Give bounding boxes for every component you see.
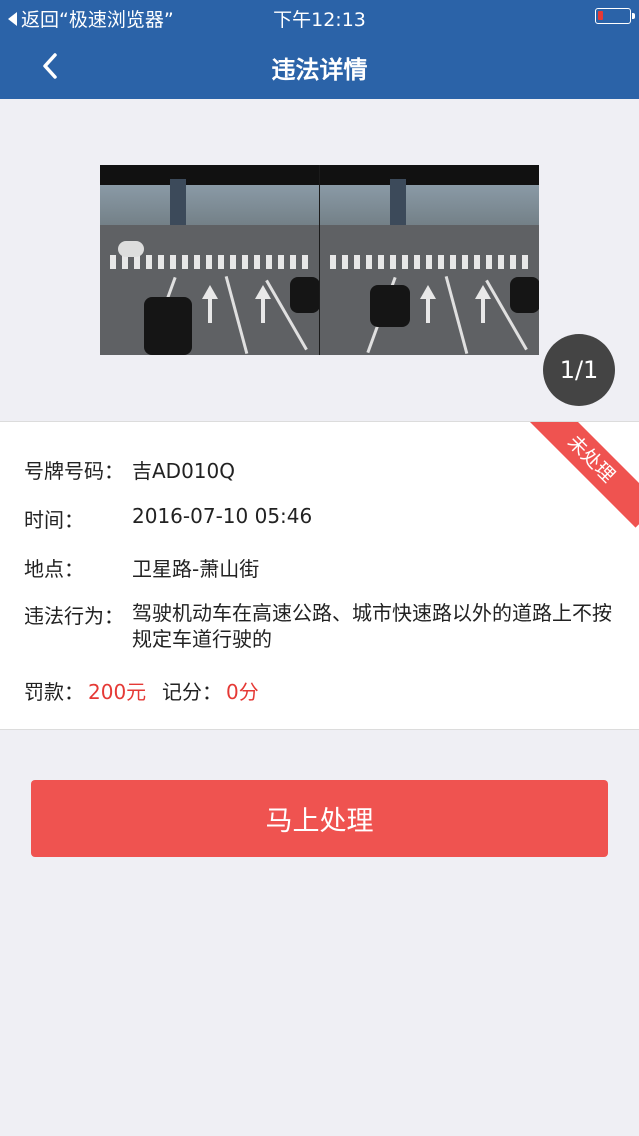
- behavior-value: 驾驶机动车在高速公路、城市快速路以外的道路上不按规定车道行驶的: [132, 601, 612, 651]
- violation-details: 未处理 号牌号码： 吉AD010Q 时间： 2016-07-10 05:46 地…: [0, 421, 639, 730]
- battery-icon: [595, 8, 635, 24]
- location-value: 卫星路-萧山街: [132, 557, 260, 581]
- status-time: 下午12:13: [273, 9, 366, 31]
- nav-bar: 违法详情: [0, 32, 639, 99]
- photo-area: 1/1: [0, 99, 639, 421]
- fine-value: 200元: [88, 680, 147, 704]
- fine-label: 罚款：: [24, 680, 84, 704]
- camera-frame-left: [100, 165, 319, 355]
- points-value: 0分: [226, 680, 259, 704]
- page-title: 违法详情: [271, 56, 368, 84]
- status-bar: 返回“极速浏览器” 下午12:13: [0, 0, 639, 32]
- photo-counter: 1/1: [543, 334, 615, 406]
- process-now-button[interactable]: 马上处理: [31, 780, 608, 857]
- time-value: 2016-07-10 05:46: [132, 504, 313, 528]
- points-label: 记分：: [162, 680, 222, 704]
- plate-value: 吉AD010Q: [132, 459, 235, 483]
- plate-label: 号牌号码：: [24, 459, 124, 483]
- behavior-label: 违法行为：: [24, 604, 124, 628]
- location-label: 地点：: [24, 557, 84, 581]
- status-badge: 未处理: [522, 422, 639, 528]
- camera-frame-right: [320, 165, 539, 355]
- time-label: 时间：: [24, 508, 84, 532]
- violation-photo[interactable]: [100, 165, 539, 355]
